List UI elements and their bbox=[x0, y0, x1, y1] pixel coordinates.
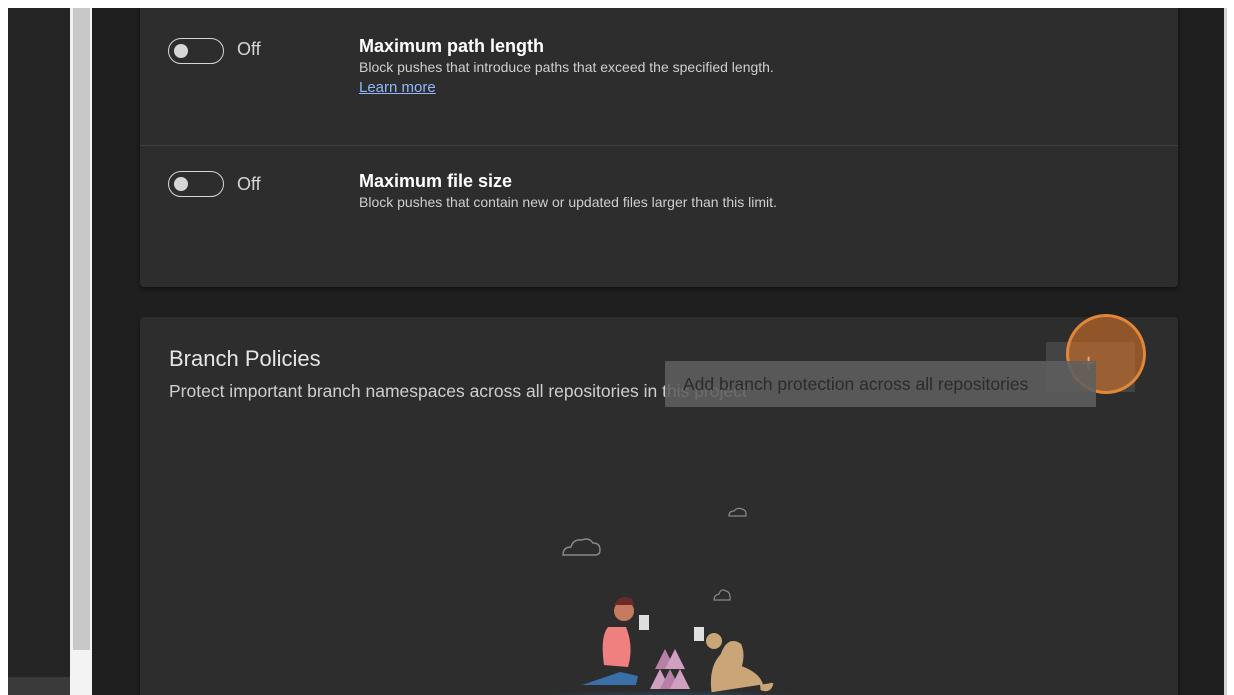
policy-description: Block pushes that introduce paths that e… bbox=[359, 59, 774, 75]
section-description: Protect important branch namespaces acro… bbox=[169, 381, 747, 401]
learn-more-link[interactable]: Learn more bbox=[359, 79, 436, 96]
right-window-edge bbox=[1224, 8, 1227, 695]
add-branch-protection-tooltip: Add branch protection across all reposit… bbox=[665, 361, 1096, 407]
toggle-state-label: Off bbox=[237, 174, 261, 194]
left-navigation-footer bbox=[8, 677, 70, 695]
main-content: Off Maximum path length Block pushes tha… bbox=[92, 8, 1224, 695]
toggle-knob bbox=[174, 44, 188, 58]
toggle-knob bbox=[174, 177, 188, 191]
toggle-state-label: Off bbox=[237, 39, 261, 59]
left-navigation-panel bbox=[8, 8, 70, 695]
branch-policies-card: Branch Policies Protect important branch… bbox=[140, 314, 1178, 695]
policy-row-max-path-length: Off Maximum path length Block pushes tha… bbox=[140, 8, 1178, 143]
max-path-length-toggle[interactable] bbox=[168, 38, 224, 64]
section-title: Branch Policies bbox=[169, 346, 321, 371]
policy-title: Maximum path length bbox=[359, 36, 545, 56]
max-file-size-toggle[interactable] bbox=[168, 171, 224, 197]
policy-description: Block pushes that contain new or updated… bbox=[359, 194, 777, 210]
empty-state-illustration bbox=[540, 507, 800, 695]
repository-policies-card: Off Maximum path length Block pushes tha… bbox=[140, 8, 1178, 287]
policy-row-max-file-size: Off Maximum file size Block pushes that … bbox=[140, 145, 1178, 281]
scrollbar-thumb[interactable] bbox=[73, 8, 90, 650]
policy-title: Maximum file size bbox=[359, 171, 513, 191]
